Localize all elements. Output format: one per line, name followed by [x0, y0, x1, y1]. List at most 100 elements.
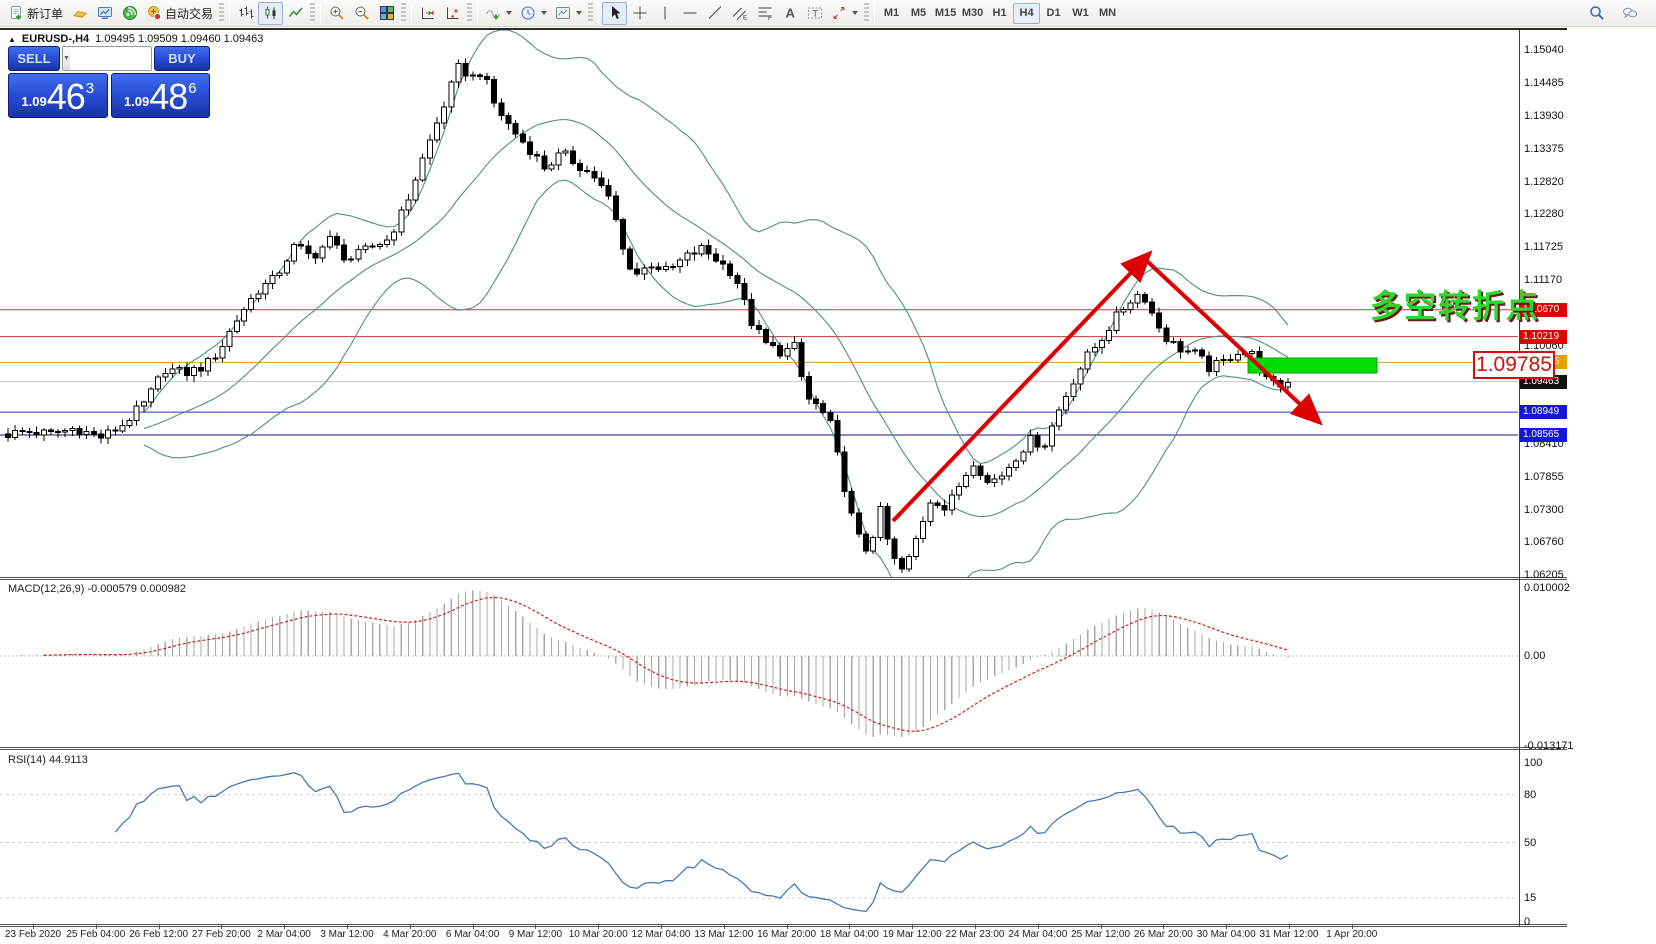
price-axis-tick: 1.12820 — [1524, 176, 1564, 188]
price-tag-annotation[interactable]: 1.09785 — [1473, 351, 1555, 379]
time-axis-label: 3 Mar 12:00 — [320, 929, 373, 940]
timeframe-h4-button[interactable]: H4 — [1013, 3, 1040, 24]
symbol-collapse-icon[interactable]: ▲ — [8, 35, 16, 44]
equidistant-channel-tool-button[interactable]: E — [727, 2, 752, 25]
svg-text:A: A — [785, 6, 795, 21]
candlestick-mode-icon — [263, 5, 279, 21]
timeframe-h1-button[interactable]: H1 — [986, 3, 1013, 24]
line-chart-mode-icon — [288, 5, 304, 21]
timeframe-h1-button-label: H1 — [993, 7, 1007, 19]
zoom-in-button[interactable] — [324, 2, 349, 25]
highlight-rectangle[interactable] — [1248, 358, 1377, 373]
periods-button[interactable] — [516, 2, 551, 25]
rsi-pane-divider[interactable] — [0, 747, 1567, 750]
timeframe-w1-button[interactable]: W1 — [1067, 3, 1094, 24]
sell-price-big: 46 — [47, 79, 85, 115]
rsi-axis-tick: 50 — [1524, 837, 1536, 849]
text-label-tool-button[interactable]: T — [802, 2, 827, 25]
time-axis-label: 23 Feb 2020 — [5, 929, 61, 940]
timeframe-m15-button-label: M15 — [935, 7, 956, 19]
zoom-out-button[interactable] — [349, 2, 374, 25]
trendline-tool-button[interactable] — [702, 2, 727, 25]
templates-icon — [555, 5, 571, 21]
trendline-tool-icon — [707, 5, 723, 21]
price-axis-tick: 1.11725 — [1524, 241, 1563, 253]
buy-button[interactable]: BUY — [154, 46, 210, 71]
equidistant-channel-tool-icon: E — [732, 5, 748, 21]
zoom-in-icon — [329, 5, 345, 21]
price-axis-tick: 1.15040 — [1524, 44, 1564, 56]
price-axis-tick: 1.07300 — [1524, 504, 1564, 516]
time-axis-label: 25 Mar 12:00 — [1071, 929, 1130, 940]
new-order-button[interactable]: 新订单 — [4, 2, 67, 25]
timeframe-m15-button[interactable]: M15 — [932, 3, 959, 24]
sell-price-button[interactable]: 1.09 46 3 — [8, 73, 108, 118]
bollinger-band-line — [144, 30, 1288, 463]
timeframe-mn-button[interactable]: MN — [1094, 3, 1121, 24]
timeframe-d1-button[interactable]: D1 — [1040, 3, 1067, 24]
volume-stepper: ▼ ▲ — [62, 46, 152, 71]
symbol-period-label: EURUSD-,H4 — [22, 33, 89, 45]
horizontal-line-tool-button[interactable] — [677, 2, 702, 25]
horizontal-line-tool-icon — [682, 5, 698, 21]
svg-text:E: E — [743, 15, 748, 22]
rsi-label: RSI(14) 44.9113 — [8, 754, 88, 766]
note-annotation[interactable]: 多空转折点 — [1370, 281, 1540, 327]
candlestick-mode-button[interactable] — [258, 2, 283, 25]
sell-button[interactable]: SELL — [8, 46, 60, 71]
cursor-tool-button[interactable] — [602, 2, 627, 25]
line-chart-mode-button[interactable] — [283, 2, 308, 25]
timeframe-m5-button[interactable]: M5 — [905, 3, 932, 24]
tile-windows-button[interactable] — [374, 2, 399, 25]
timeframe-w1-button-label: W1 — [1072, 7, 1089, 19]
vertical-line-tool-button[interactable] — [652, 2, 677, 25]
candlestick-series — [6, 59, 1291, 573]
macd-pane — [0, 581, 1519, 747]
templates-button[interactable] — [551, 2, 586, 25]
sell-price-pip: 3 — [86, 80, 94, 97]
price-axis-tick: 1.13930 — [1524, 110, 1564, 122]
time-axis-label: 22 Mar 23:00 — [946, 929, 1005, 940]
buy-price-button[interactable]: 1.09 48 6 — [111, 73, 211, 118]
arrows-tool-button[interactable] — [827, 2, 862, 25]
time-axis-label: 31 Mar 12:00 — [1260, 929, 1319, 940]
timeframe-m30-button[interactable]: M30 — [959, 3, 986, 24]
toolbar-separator — [598, 3, 599, 23]
sell-price-prefix: 1.09 — [21, 94, 46, 109]
metaeditor-button[interactable] — [67, 2, 92, 25]
up-trend-arrow[interactable] — [893, 256, 1147, 521]
price-axis-tick: 1.07855 — [1524, 471, 1564, 483]
periods-icon — [520, 5, 536, 21]
time-axis-label: 19 Mar 12:00 — [883, 929, 942, 940]
macd-pane-divider[interactable] — [0, 577, 1567, 580]
time-axis-label: 30 Mar 04:00 — [1197, 929, 1256, 940]
timeframe-d1-button-label: D1 — [1047, 7, 1061, 19]
macd-axis-tick: -0.013171 — [1524, 740, 1574, 752]
volume-input[interactable] — [70, 47, 152, 70]
time-axis-label: 26 Feb 12:00 — [129, 929, 188, 940]
toolbar-separator — [411, 3, 412, 23]
chat-button[interactable] — [1617, 2, 1642, 25]
timeframe-m1-button[interactable]: M1 — [878, 3, 905, 24]
signals-button[interactable] — [117, 2, 142, 25]
time-axis-label: 27 Feb 20:00 — [192, 929, 251, 940]
price-axis-tick: 1.06205 — [1524, 569, 1564, 581]
auto-scroll-button[interactable] — [415, 2, 440, 25]
chevron-down-icon — [852, 11, 858, 15]
down-trend-arrow[interactable] — [1147, 261, 1317, 420]
search-button[interactable] — [1584, 2, 1609, 25]
volume-decrease-button[interactable]: ▼ — [63, 47, 70, 70]
chart-shift-button[interactable] — [440, 2, 465, 25]
text-tool-icon: A — [782, 5, 798, 21]
indicators-button[interactable] — [481, 2, 516, 25]
buy-price-prefix: 1.09 — [124, 94, 149, 109]
fibonacci-tool-button[interactable]: F — [752, 2, 777, 25]
price-axis-border — [1519, 30, 1520, 926]
bar-chart-mode-button[interactable] — [233, 2, 258, 25]
terminal-button[interactable] — [92, 2, 117, 25]
auto-trading-button[interactable]: 自动交易 — [142, 2, 217, 25]
crosshair-tool-button[interactable] — [627, 2, 652, 25]
timeframe-m5-button-label: M5 — [911, 7, 926, 19]
time-axis-label: 10 Mar 20:00 — [569, 929, 628, 940]
text-tool-button[interactable]: A — [777, 2, 802, 25]
